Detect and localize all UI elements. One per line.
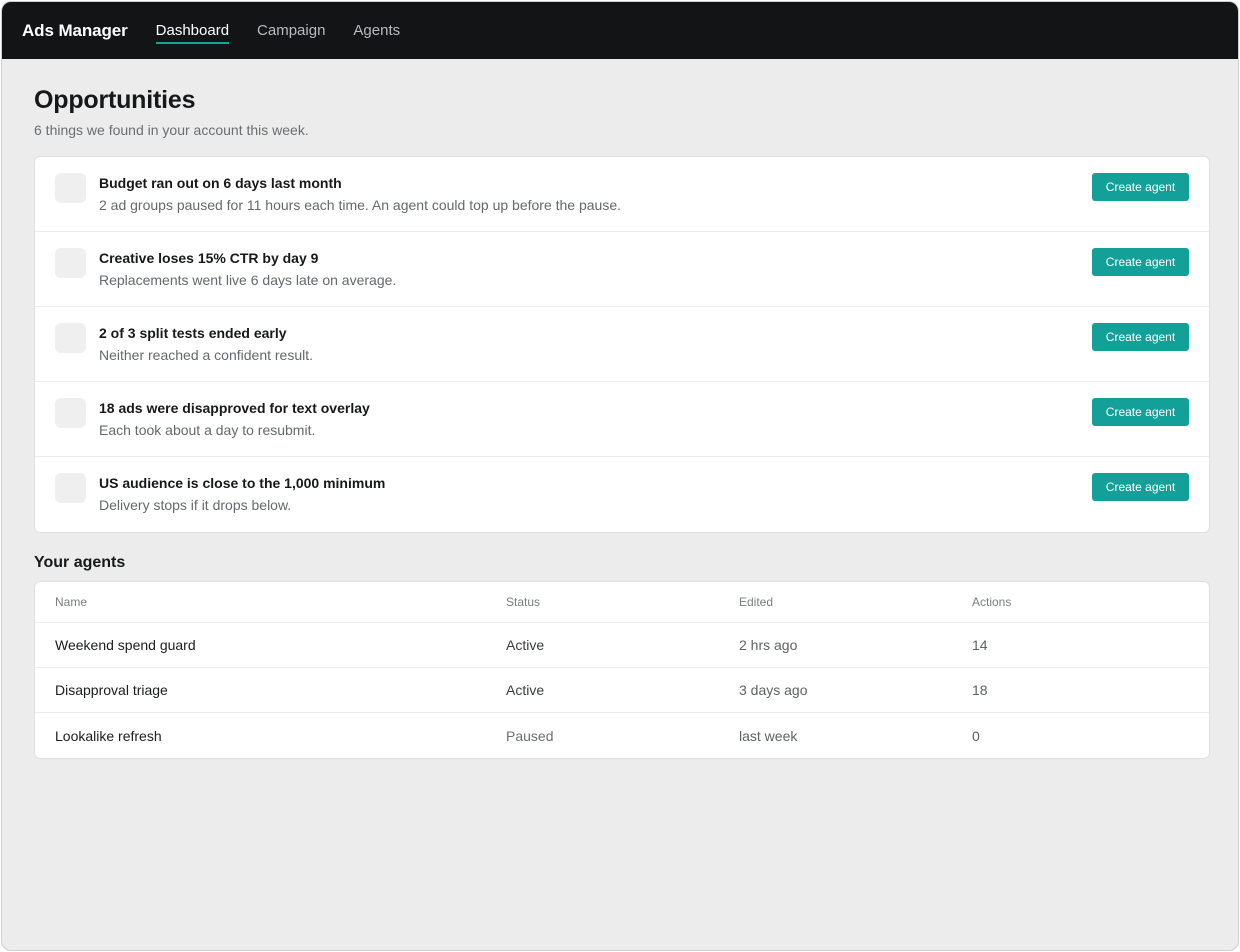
- table-row[interactable]: Weekend spend guard Active 2 hrs ago 14: [35, 623, 1209, 668]
- agent-status: Active: [506, 682, 545, 698]
- opportunity-description: Neither reached a confident result.: [99, 347, 314, 363]
- opportunity-title: US audience is close to the 1,000 minimu…: [99, 475, 386, 491]
- opportunity-item: US audience is close to the 1,000 minimu…: [35, 457, 1209, 532]
- agent-name[interactable]: Lookalike refresh: [55, 728, 506, 744]
- app-window: Ads Manager Dashboard Campaign Agents Op…: [1, 1, 1239, 951]
- create-agent-button[interactable]: Create agent: [1092, 473, 1189, 501]
- opportunity-icon: [55, 473, 86, 503]
- agent-edited: 3 days ago: [739, 682, 808, 698]
- opportunity-description: Each took about a day to resubmit.: [99, 422, 316, 438]
- create-agent-button[interactable]: Create agent: [1092, 173, 1189, 201]
- agent-actions-count: 18: [972, 682, 988, 698]
- opportunity-item: Creative loses 15% CTR by day 9 Replacem…: [35, 232, 1209, 307]
- opportunity-title: 18 ads were disapproved for text overlay: [99, 400, 370, 416]
- opportunity-item: 2 of 3 split tests ended early Neither r…: [35, 307, 1209, 382]
- app-title: Ads Manager: [22, 20, 128, 40]
- nav-agents[interactable]: Agents: [353, 2, 400, 59]
- create-agent-button[interactable]: Create agent: [1092, 323, 1189, 351]
- agent-edited: 2 hrs ago: [739, 637, 798, 653]
- opportunity-icon: [55, 173, 86, 203]
- opportunity-icon: [55, 398, 86, 428]
- table-header: Name Status Edited Actions: [35, 582, 1209, 623]
- opportunity-icon: [55, 248, 86, 278]
- page-subtitle: 6 things we found in your account this w…: [34, 122, 309, 138]
- opportunity-title: Budget ran out on 6 days last month: [99, 175, 342, 191]
- nav-campaign[interactable]: Campaign: [257, 2, 325, 59]
- opportunity-icon: [55, 323, 86, 353]
- opportunity-item: 18 ads were disapproved for text overlay…: [35, 382, 1209, 457]
- opportunity-item: Budget ran out on 6 days last month 2 ad…: [35, 157, 1209, 232]
- agent-actions-count: 14: [972, 637, 988, 653]
- opportunity-title: Creative loses 15% CTR by day 9: [99, 250, 319, 266]
- main-content: Opportunities 6 things we found in your …: [2, 86, 1238, 759]
- column-header-edited[interactable]: Edited: [739, 595, 972, 609]
- page-title: Opportunities: [34, 86, 196, 114]
- agent-name[interactable]: Weekend spend guard: [55, 637, 506, 653]
- table-row[interactable]: Disapproval triage Active 3 days ago 18: [35, 668, 1209, 713]
- agent-name[interactable]: Disapproval triage: [55, 682, 506, 698]
- opportunity-title: 2 of 3 split tests ended early: [99, 325, 287, 341]
- top-navigation-bar: Ads Manager Dashboard Campaign Agents: [2, 2, 1238, 59]
- agent-status: Active: [506, 637, 545, 653]
- nav-dashboard[interactable]: Dashboard: [155, 2, 230, 59]
- opportunity-description: Delivery stops if it drops below.: [99, 497, 292, 513]
- create-agent-button[interactable]: Create agent: [1092, 398, 1189, 426]
- table-row[interactable]: Lookalike refresh Paused last week 0: [35, 713, 1209, 758]
- create-agent-button[interactable]: Create agent: [1092, 248, 1189, 276]
- column-header-status[interactable]: Status: [506, 595, 739, 609]
- opportunities-list: Budget ran out on 6 days last month 2 ad…: [34, 156, 1210, 533]
- opportunity-description: 2 ad groups paused for 11 hours each tim…: [99, 197, 621, 213]
- column-header-name[interactable]: Name: [55, 595, 506, 609]
- agents-table: Name Status Edited Actions Weekend spend…: [34, 581, 1210, 759]
- agent-actions-count: 0: [972, 727, 980, 744]
- agent-edited: last week: [739, 727, 798, 744]
- column-header-actions[interactable]: Actions: [972, 595, 1011, 609]
- opportunity-description: Replacements went live 6 days late on av…: [99, 272, 397, 288]
- agent-status: Paused: [506, 727, 554, 744]
- agents-section-title: Your agents: [34, 554, 126, 571]
